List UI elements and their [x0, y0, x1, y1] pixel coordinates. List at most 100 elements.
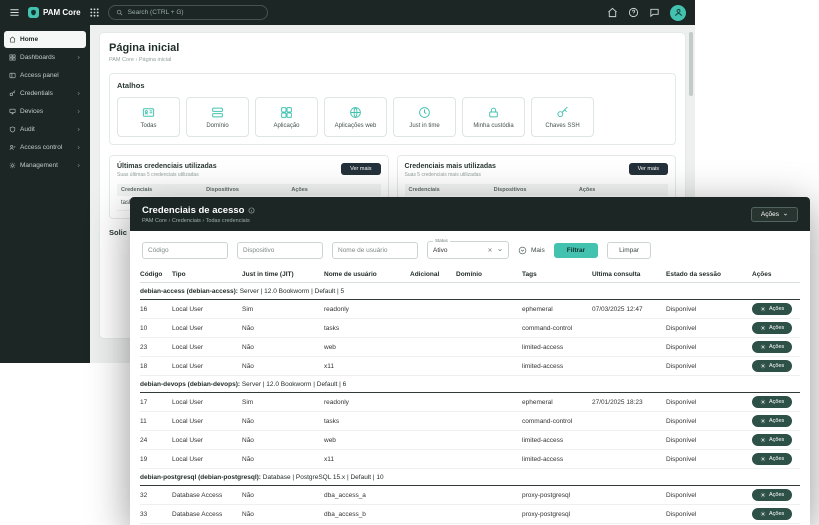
dispositivo-input[interactable]: [237, 241, 323, 259]
table-row: 18 Local User Não x11 limited-access Disponív…: [140, 357, 800, 376]
cell-codigo: 10: [140, 324, 148, 332]
cell-acoes: Ações: [752, 303, 800, 315]
menu-icon[interactable]: [9, 7, 20, 18]
cell-usuario: web: [324, 343, 336, 351]
ver-mais-button[interactable]: Ver mais: [628, 163, 668, 175]
home-icon[interactable]: [607, 7, 618, 18]
row-acoes-button[interactable]: Ações: [752, 508, 793, 520]
sidebar-item-audit[interactable]: Audit: [4, 121, 86, 138]
modal-actions-button[interactable]: Ações: [750, 206, 798, 222]
gear-icon: [760, 363, 766, 369]
device-group-row: debian-devops (debian-devops): Server | …: [140, 376, 800, 393]
row-acoes-label: Ações: [769, 306, 785, 312]
search-placeholder-text: Search (CTRL + G): [127, 9, 184, 16]
limpar-button[interactable]: Limpar: [607, 241, 652, 259]
table-row: 17 Local User Sim readonly ephemeral 27/01/20…: [140, 393, 800, 412]
sidebar-item-label: Audit: [20, 126, 35, 133]
modal-title-text: Credenciais de acesso: [142, 204, 245, 216]
table-row: 11 Local User Não tasks command-control Dispo…: [140, 412, 800, 431]
cell-estado: Disponível: [666, 417, 697, 425]
column-header-tags: Tags: [522, 271, 537, 278]
search-icon: [116, 9, 123, 16]
info-icon[interactable]: [248, 207, 255, 214]
apps-grid-icon[interactable]: [89, 7, 100, 18]
sidebar-item-credentials[interactable]: Credentials: [4, 85, 86, 102]
row-acoes-button[interactable]: Ações: [752, 415, 793, 427]
chat-icon[interactable]: [649, 7, 660, 18]
column-header-just-in-time-jit: Just in time (JIT): [242, 271, 294, 278]
panel-title: Credenciais mais utilizadas: [404, 163, 496, 170]
devices-icon: [9, 108, 16, 115]
sidebar-item-label: Access panel: [20, 72, 59, 79]
shortcut-chaves-ssh[interactable]: Chaves SSH: [531, 97, 594, 137]
cell-jit: Não: [242, 362, 254, 370]
sidebar-item-access-control[interactable]: Access control: [4, 139, 86, 156]
sidebar-item-home[interactable]: Home: [4, 31, 86, 48]
shortcut-todas[interactable]: Todas: [117, 97, 180, 137]
row-acoes-button[interactable]: Ações: [752, 489, 793, 501]
shield-logo-icon: [30, 9, 37, 16]
topbar-actions: [607, 4, 686, 21]
ver-mais-button[interactable]: Ver mais: [341, 163, 381, 175]
cell-tipo: Local User: [172, 417, 204, 425]
row-acoes-button[interactable]: Ações: [752, 396, 793, 408]
sidebar-item-dashboards[interactable]: Dashboards: [4, 49, 86, 66]
cell-jit: Não: [242, 436, 254, 444]
more-filters-toggle[interactable]: Mais: [518, 246, 545, 255]
shortcut-just-in-time[interactable]: Just in time: [393, 97, 456, 137]
row-acoes-button[interactable]: Ações: [752, 360, 793, 372]
panel-head: Credenciais mais utilizadas Suas 5 creden…: [404, 163, 668, 178]
cell-tags: command-control: [522, 417, 573, 425]
row-acoes-button[interactable]: Ações: [752, 303, 793, 315]
global-search[interactable]: Search (CTRL + G): [107, 5, 268, 20]
row-acoes-button[interactable]: Ações: [752, 322, 793, 334]
cell-acoes: Ações: [752, 396, 800, 408]
help-icon[interactable]: [628, 7, 639, 18]
row-acoes-button[interactable]: Ações: [752, 434, 793, 446]
row-acoes-button[interactable]: Ações: [752, 453, 793, 465]
shortcut-aplica-es-web[interactable]: Aplicações web: [324, 97, 387, 137]
logo-mark-icon: [28, 7, 39, 18]
cell-acoes: Ações: [752, 341, 800, 353]
logo-text: PAM Core: [43, 8, 81, 17]
sidebar-item-label: Devices: [20, 108, 44, 115]
cell-acoes: Ações: [752, 489, 800, 501]
cell-acoes: Ações: [752, 415, 800, 427]
cell-acoes: Ações: [752, 360, 800, 372]
shortcut-minha-cust-dia[interactable]: Minha custódia: [462, 97, 525, 137]
cell-usuario: dba_access_b: [324, 510, 366, 518]
cell-jit: Não: [242, 417, 254, 425]
aplicacao-icon: [280, 106, 293, 119]
filtrar-button[interactable]: Filtrar: [553, 242, 599, 258]
avatar[interactable]: [670, 4, 686, 21]
row-acoes-button[interactable]: Ações: [752, 341, 793, 353]
sidebar-item-devices[interactable]: Devices: [4, 103, 86, 120]
shortcut-aplica-o[interactable]: Aplicação: [255, 97, 318, 137]
gear-icon: [760, 344, 766, 350]
screen: PAM Core Search (CTRL + G) Home Dashboard…: [0, 0, 819, 525]
cell-jit: Não: [242, 455, 254, 463]
sidebar-item-access-panel[interactable]: Access panel: [4, 67, 86, 84]
cell-tipo: Local User: [172, 436, 204, 444]
cell-estado: Disponível: [666, 436, 697, 444]
shortcut-dom-nio[interactable]: Domínio: [186, 97, 249, 137]
cell-tipo: Local User: [172, 362, 204, 370]
shortcut-label: Aplicações web: [334, 122, 377, 129]
shortcut-label: Minha custódia: [473, 122, 514, 129]
row-acoes-label: Ações: [769, 344, 785, 350]
scrollbar[interactable]: [689, 32, 693, 96]
panel-column-header: Credenciais: [408, 187, 440, 193]
cell-tipo: Local User: [172, 398, 204, 406]
codigo-input[interactable]: [142, 241, 228, 259]
sidebar-item-management[interactable]: Management: [4, 157, 86, 174]
usuario-input[interactable]: [332, 241, 418, 259]
cell-estado: Disponível: [666, 510, 697, 518]
cell-jit: Não: [242, 510, 254, 518]
panel-head-text: Últimas credenciais utilizadas Suas últim…: [117, 163, 217, 178]
cell-tipo: Database Access: [172, 491, 223, 499]
status-select[interactable]: Status Ativo: [427, 238, 509, 259]
device-group-detail: Server | 12.0 Bookworm | Default | 6: [241, 381, 347, 388]
clear-icon[interactable]: [487, 247, 493, 253]
panel-subtitle: Suas 5 credenciais mais utilizadas: [404, 172, 481, 178]
shortcut-label: Domínio: [206, 122, 229, 129]
